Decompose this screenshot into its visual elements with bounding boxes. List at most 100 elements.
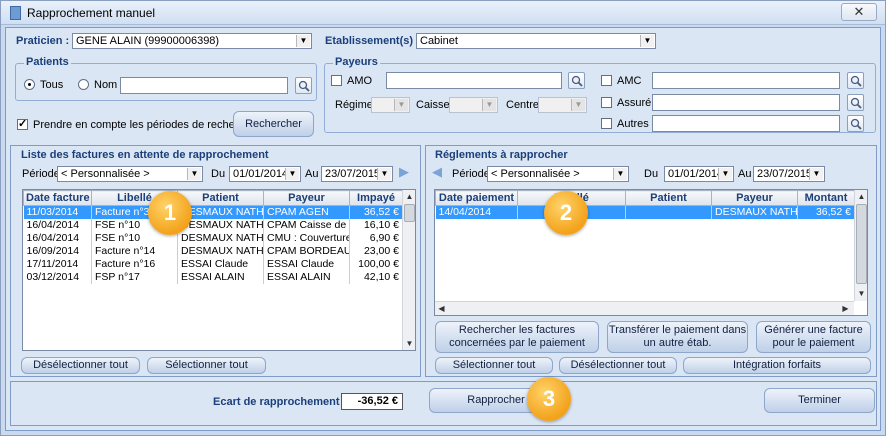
right-deselect-all-button[interactable]: Désélectionner tout (559, 357, 677, 374)
table-cell: CMU : Couverture M (263, 231, 350, 245)
factures-vertical-scrollbar[interactable]: ▲ ▼ (402, 190, 415, 350)
amc-search-button[interactable] (847, 72, 864, 89)
transferer-paiement-button[interactable]: Transférer le paiement dans un autre éta… (607, 321, 748, 353)
rechercher-factures-button[interactable]: Rechercher les factures concernées par l… (435, 321, 599, 353)
table-row[interactable]: 14/04/2014 DESMAUX NATHALIE36,52 € (435, 205, 855, 219)
table-row[interactable]: 16/04/2014FSE n°10DESMAUX NATHALIECMU : … (23, 231, 403, 245)
amc-checkbox[interactable] (601, 75, 612, 86)
amo-input[interactable] (386, 72, 562, 89)
table-cell: 42,10 € (349, 270, 403, 284)
chevron-down-icon: ▼ (296, 35, 310, 47)
table-cell: 16/09/2014 (23, 244, 92, 258)
table-row[interactable]: 11/03/2014Facture n°36DESMAUX NATHALIECP… (23, 205, 403, 219)
patient-search-button[interactable] (295, 77, 312, 94)
etablissement-select[interactable]: Cabinet ▼ (416, 33, 656, 49)
table-cell: 6,90 € (349, 231, 403, 245)
table-cell: DESMAUX NATHALIE (177, 231, 264, 245)
chevron-down-icon: ▼ (809, 168, 823, 180)
right-au-label: Au (738, 168, 752, 180)
left-du-date[interactable]: 01/01/2014 ▼ (229, 166, 301, 182)
assure-input[interactable] (652, 94, 840, 111)
chevron-down-icon: ▼ (718, 168, 732, 180)
table-cell: 03/12/2014 (23, 270, 92, 284)
assure-search-button[interactable] (847, 94, 864, 111)
autres-input[interactable] (652, 115, 840, 132)
table-row[interactable]: 16/09/2014Facture n°14DESMAUX NATHALIECP… (23, 244, 403, 258)
scroll-thumb[interactable] (404, 204, 415, 222)
column-header[interactable]: Date facture (23, 190, 92, 206)
table-row[interactable]: 03/12/2014 FSP n°17 ESSAI ALAIN ESSAI ALAIN… (23, 270, 403, 284)
amo-search-button[interactable] (568, 72, 585, 89)
table-cell: 36,52 € (349, 205, 403, 219)
left-deselect-all-button[interactable]: Désélectionner tout (21, 357, 140, 374)
prev-period-arrow-icon[interactable]: ◀ (432, 164, 442, 180)
reglements-horizontal-scrollbar[interactable]: ◀ ▶ (435, 301, 854, 315)
chevron-down-icon: ▼ (187, 168, 201, 180)
scroll-down-icon[interactable]: ▼ (855, 287, 867, 300)
autres-search-button[interactable] (847, 115, 864, 132)
table-cell (625, 205, 712, 219)
regime-select[interactable]: ▼ (371, 97, 410, 113)
right-select-all-button[interactable]: Sélectionner tout (435, 357, 553, 374)
terminer-button[interactable]: Terminer (764, 388, 875, 413)
assure-checkbox[interactable] (601, 97, 612, 108)
left-select-all-button[interactable]: Sélectionner tout (147, 357, 266, 374)
column-header[interactable]: Date paiement (435, 190, 518, 206)
amc-input[interactable] (652, 72, 840, 89)
scroll-up-icon[interactable]: ▲ (855, 190, 867, 203)
reglements-vertical-scrollbar[interactable]: ▲ ▼ (854, 190, 867, 301)
table-cell: 36,52 € (797, 205, 855, 219)
column-header[interactable]: Payeur (711, 190, 798, 206)
payeurs-group: Payeurs AMO Régime ▼ Caisse ▼ Centre ▼ A… (324, 56, 876, 133)
caisse-select[interactable]: ▼ (449, 97, 498, 113)
magnifier-icon (850, 97, 862, 109)
praticien-value: GENE ALAIN (99900006398) (76, 35, 220, 47)
column-header[interactable]: Montant (797, 190, 855, 206)
amo-checkbox[interactable] (331, 75, 342, 86)
generer-facture-button[interactable]: Générer une facture pour le paiement (756, 321, 871, 353)
column-header[interactable]: Impayé (349, 190, 403, 206)
table-cell: 17/11/2014 (23, 257, 92, 271)
column-header[interactable]: Patient (177, 190, 264, 206)
chevron-down-icon: ▼ (571, 99, 585, 111)
left-periode-select[interactable]: < Personnalisée > ▼ (57, 166, 203, 182)
scroll-right-icon[interactable]: ▶ (839, 302, 852, 315)
magnifier-icon (571, 75, 583, 87)
right-periode-select[interactable]: < Personnalisée > ▼ (487, 166, 629, 182)
scroll-down-icon[interactable]: ▼ (403, 337, 415, 350)
right-du-date[interactable]: 01/01/2014 ▼ (664, 166, 734, 182)
integration-forfaits-button[interactable]: Intégration forfaits (683, 357, 871, 374)
table-cell: 16,10 € (349, 218, 403, 232)
client-area: Praticien : GENE ALAIN (99900006398) ▼ E… (5, 27, 881, 431)
centre-label: Centre (506, 99, 540, 111)
left-au-date[interactable]: 23/07/2015 ▼ (321, 166, 393, 182)
caisse-label: Caisse (416, 99, 450, 111)
tous-radio[interactable] (24, 79, 35, 90)
centre-select[interactable]: ▼ (538, 97, 587, 113)
rechercher-button[interactable]: Rechercher (233, 111, 314, 137)
table-cell: DESMAUX NATHALIE (177, 244, 264, 258)
tous-label: Tous (40, 79, 64, 91)
autres-checkbox[interactable] (601, 118, 612, 129)
close-window-button[interactable]: ✕ (841, 3, 877, 21)
annotation-badge-2: 2 (544, 191, 588, 235)
nom-input[interactable] (120, 77, 288, 94)
scroll-left-icon[interactable]: ◀ (435, 302, 448, 315)
right-au-date[interactable]: 23/07/2015 ▼ (753, 166, 825, 182)
periode-recherche-label: Prendre en compte les périodes de recher… (33, 119, 260, 131)
next-period-arrow-icon[interactable]: ▶ (399, 164, 409, 180)
scroll-thumb[interactable] (856, 204, 867, 284)
column-header[interactable]: Patient (625, 190, 712, 206)
autres-label: Autres (617, 118, 649, 130)
table-row[interactable]: 17/11/2014 Facture n°16 ESSAI Claude ESSAI … (23, 257, 403, 271)
praticien-select[interactable]: GENE ALAIN (99900006398) ▼ (72, 33, 312, 49)
left-au-label: Au (305, 168, 319, 180)
column-header[interactable]: Payeur (263, 190, 350, 206)
nom-radio[interactable] (78, 79, 89, 90)
ecart-label: Ecart de rapprochement : (213, 396, 347, 408)
table-cell: CPAM Caisse de TE (263, 218, 350, 232)
table-cell: 16/04/2014 (23, 218, 92, 232)
scroll-up-icon[interactable]: ▲ (403, 190, 415, 203)
table-row[interactable]: 16/04/2014FSE n°10DESMAUX NATHALIECPAM C… (23, 218, 403, 232)
periode-recherche-checkbox[interactable] (17, 117, 28, 130)
